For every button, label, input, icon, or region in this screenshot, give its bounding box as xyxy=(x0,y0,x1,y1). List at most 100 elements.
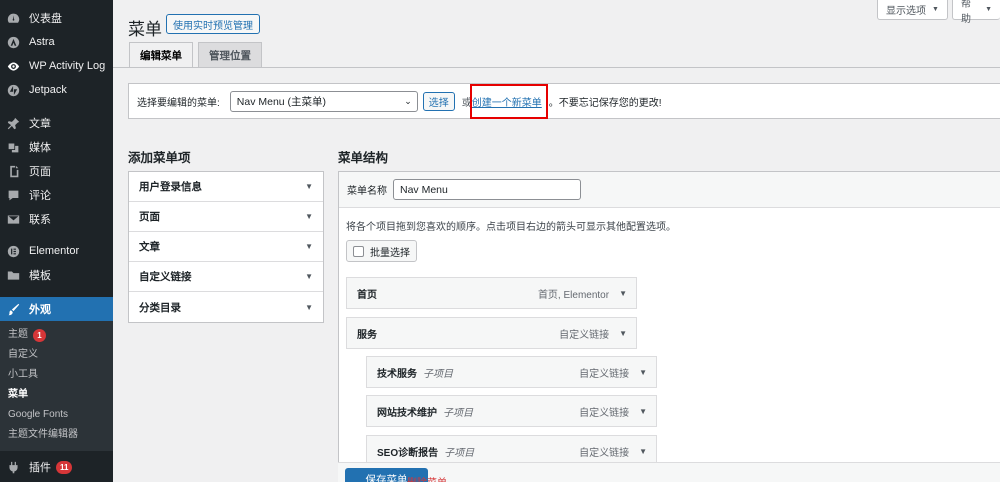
select-menu-label: 选择要编辑的菜单: xyxy=(137,97,220,109)
sidebar-item-label: 仪表盘 xyxy=(29,13,62,25)
menu-item-title: 首页 xyxy=(357,289,377,301)
accordion-pages[interactable]: 页面 ▼ xyxy=(129,202,323,232)
create-new-menu-link[interactable]: 创建一个新菜单 xyxy=(469,83,548,119)
submenu-item-widgets[interactable]: 小工具 xyxy=(0,365,113,385)
menu-item-site-maintenance[interactable]: 网站技术维护 子项目 自定义链接 ▼ xyxy=(366,395,657,427)
sidebar-item-media[interactable]: 媒体 xyxy=(0,135,113,159)
sidebar-item-label: 评论 xyxy=(29,190,51,202)
menu-item-home[interactable]: 首页 首页, Elementor ▼ xyxy=(346,277,637,309)
pin-icon xyxy=(7,117,20,130)
menu-item-title: 网站技术维护 xyxy=(377,407,437,419)
help-button[interactable]: 帮助 ▼ xyxy=(952,0,1000,25)
jetpack-icon xyxy=(7,84,20,97)
update-count-badge: 1 xyxy=(33,328,46,342)
activity-log-icon xyxy=(7,60,20,73)
delete-menu-link[interactable]: 删除菜单 xyxy=(407,474,447,482)
menu-structure-panel: 菜单名称 Nav Menu 将各个项目拖到您喜欢的顺序。点击项目右边的箭头可显示… xyxy=(338,171,1000,482)
screen-options-button[interactable]: 显示选项 ▼ xyxy=(877,0,948,20)
submenu-label: 自定义 xyxy=(8,349,38,360)
folder-icon xyxy=(7,269,20,282)
menu-select-bar: 选择要编辑的菜单: Nav Menu (主菜单) ⌄ 选择 或 创建一个新菜单 … xyxy=(128,83,1000,119)
submenu-item-customize[interactable]: 自定义 xyxy=(0,345,113,365)
tabs-divider xyxy=(113,67,1000,68)
bulk-select-checkbox[interactable] xyxy=(353,245,364,257)
triangle-down-icon[interactable]: ▼ xyxy=(639,368,647,377)
triangle-down-icon: ▼ xyxy=(305,302,313,312)
submenu-item-themes[interactable]: 主题 1 xyxy=(0,325,113,345)
submenu-label: 小工具 xyxy=(8,369,38,380)
sidebar-item-pages[interactable]: 页面 xyxy=(0,159,113,183)
sidebar-item-plugins[interactable]: 插件 11 xyxy=(0,455,113,479)
sidebar-item-templates[interactable]: 模板 xyxy=(0,263,113,287)
sub-item-label: 子项目 xyxy=(444,447,475,459)
triangle-down-icon[interactable]: ▼ xyxy=(639,447,647,456)
menu-item-type: 自定义链接 xyxy=(579,447,630,459)
sidebar-item-elementor[interactable]: Elementor xyxy=(0,239,113,263)
sidebar-item-dashboard[interactable]: 仪表盘 xyxy=(0,6,113,30)
submenu-item-theme-editor[interactable]: 主题文件编辑器 xyxy=(0,425,113,445)
submenu-label: 主题文件编辑器 xyxy=(8,429,78,440)
accordion-categories[interactable]: 分类目录 ▼ xyxy=(129,292,323,322)
sidebar-item-label: 模板 xyxy=(29,270,51,282)
sidebar-item-astra[interactable]: Astra xyxy=(0,30,113,54)
admin-sidebar: 仪表盘 Astra WP Activity Log Jetpack 文章 媒体 … xyxy=(0,0,113,482)
sidebar-item-label: 页面 xyxy=(29,166,51,178)
menu-name-label: 菜单名称 xyxy=(347,186,387,197)
menu-item-type: 自定义链接 xyxy=(579,368,630,380)
accordion-user-login[interactable]: 用户登录信息 ▼ xyxy=(129,172,323,202)
caret-down-icon: ▼ xyxy=(932,6,939,13)
tab-edit-menus[interactable]: 编辑菜单 xyxy=(129,42,193,67)
sidebar-item-label: 插件 xyxy=(29,462,51,474)
nav-tabs: 编辑菜单 管理位置 xyxy=(129,42,267,67)
accordion-posts[interactable]: 文章 ▼ xyxy=(129,232,323,262)
mail-icon xyxy=(7,213,20,226)
elementor-icon xyxy=(7,245,20,258)
menu-item-tech-services[interactable]: 技术服务 子项目 自定义链接 ▼ xyxy=(366,356,657,388)
menu-item-services[interactable]: 服务 自定义链接 ▼ xyxy=(346,317,637,349)
sidebar-item-comments[interactable]: 评论 xyxy=(0,183,113,207)
triangle-down-icon[interactable]: ▼ xyxy=(619,289,627,298)
submenu-item-google-fonts[interactable]: Google Fonts xyxy=(0,405,113,425)
add-menu-items-title: 添加菜单项 xyxy=(128,151,191,165)
triangle-down-icon[interactable]: ▼ xyxy=(639,407,647,416)
appearance-submenu: 主题 1 自定义 小工具 菜单 Google Fonts 主题文件编辑器 xyxy=(0,321,113,451)
menu-item-title: 技术服务 xyxy=(377,368,417,380)
sidebar-item-label: Astra xyxy=(29,36,55,48)
selected-menu-value: Nav Menu (主菜单) xyxy=(236,95,327,108)
sidebar-item-jetpack[interactable]: Jetpack xyxy=(0,78,113,102)
sidebar-item-posts[interactable]: 文章 xyxy=(0,111,113,135)
sub-item-label: 子项目 xyxy=(443,407,473,419)
page-title: 菜单 xyxy=(128,20,162,39)
menu-select-dropdown[interactable]: Nav Menu (主菜单) ⌄ xyxy=(229,90,418,112)
chevron-down-icon: ⌄ xyxy=(404,95,412,106)
submenu-label: 菜单 xyxy=(8,389,28,400)
sidebar-item-wp-activity-log[interactable]: WP Activity Log xyxy=(0,54,113,78)
live-preview-button[interactable]: 使用实时预览管理 xyxy=(166,14,260,34)
astra-icon xyxy=(7,36,20,49)
submenu-label: 主题 xyxy=(8,329,28,340)
menu-name-input[interactable]: Nav Menu xyxy=(393,179,581,200)
drag-instructions: 将各个项目拖到您喜欢的顺序。点击项目右边的箭头可显示其他配置选项。 xyxy=(346,222,676,233)
screen-options-label: 显示选项 xyxy=(886,6,926,17)
submenu-item-menus[interactable]: 菜单 xyxy=(0,385,113,405)
sidebar-item-label: WP Activity Log xyxy=(29,60,106,72)
save-reminder-text: 。不要忘记保存您的更改! xyxy=(548,97,662,109)
menu-item-title: SEO诊断报告 xyxy=(377,447,439,459)
menu-item-title: 服务 xyxy=(357,329,377,341)
select-menu-button[interactable]: 选择 xyxy=(422,91,455,111)
plugin-icon xyxy=(7,461,20,474)
accordion-label: 用户登录信息 xyxy=(139,181,202,193)
bulk-select-toggle[interactable]: 批量选择 xyxy=(346,240,417,262)
menu-item-type: 首页, Elementor xyxy=(537,289,610,301)
caret-down-icon: ▼ xyxy=(985,6,992,13)
triangle-down-icon[interactable]: ▼ xyxy=(619,329,627,338)
sidebar-item-appearance[interactable]: 外观 xyxy=(0,297,113,321)
accordion-label: 文章 xyxy=(139,241,160,253)
triangle-down-icon: ▼ xyxy=(305,212,313,221)
sidebar-item-contact[interactable]: 联系 xyxy=(0,207,113,231)
tab-manage-locations[interactable]: 管理位置 xyxy=(198,42,262,67)
sidebar-item-label: 文章 xyxy=(29,118,51,130)
accordion-label: 页面 xyxy=(139,211,160,223)
media-icon xyxy=(7,141,20,154)
accordion-custom-links[interactable]: 自定义链接 ▼ xyxy=(129,262,323,292)
